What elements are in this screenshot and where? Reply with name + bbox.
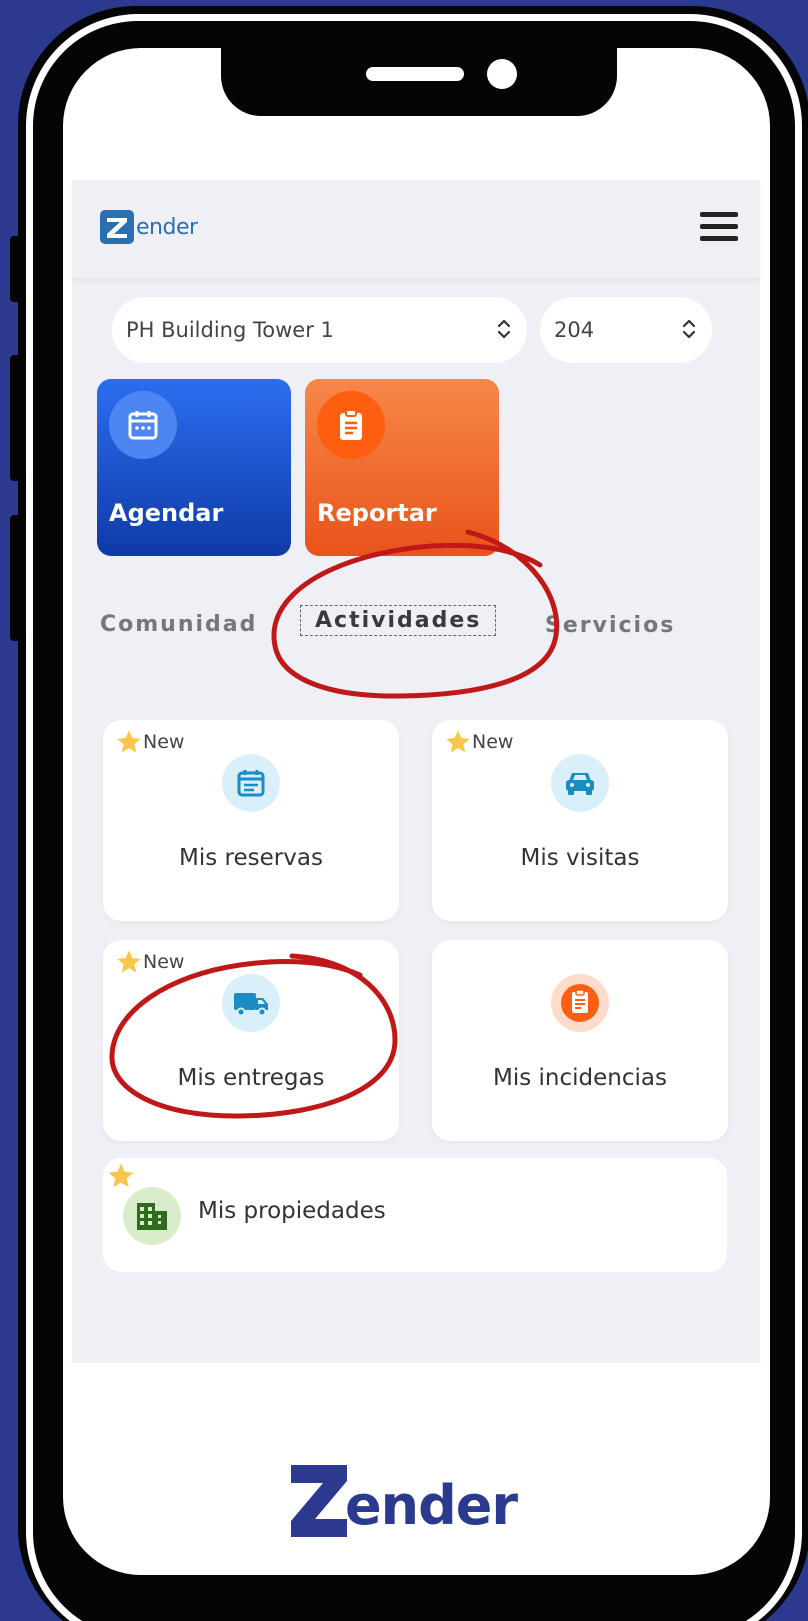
mis-visitas-label: Mis visitas bbox=[520, 845, 640, 871]
car-icon bbox=[551, 754, 609, 812]
mis-incidencias-card[interactable]: Mis incidencias bbox=[432, 940, 728, 1141]
phone-volume-down bbox=[10, 515, 26, 641]
footer-logo-text: ender bbox=[345, 1474, 518, 1537]
star-icon bbox=[446, 730, 470, 753]
mis-entregas-card[interactable]: New Mis entregas bbox=[103, 940, 399, 1141]
new-badge-label: New bbox=[472, 731, 514, 753]
mis-visitas-card[interactable]: New Mis visitas bbox=[432, 720, 728, 921]
new-badge: New bbox=[444, 728, 513, 756]
logo-text: ender bbox=[136, 214, 198, 240]
hamburger-icon[interactable] bbox=[700, 212, 738, 246]
app-header: ender bbox=[72, 180, 760, 278]
agendar-label: Agendar bbox=[109, 499, 224, 527]
tab-servicios[interactable]: Servicios bbox=[545, 613, 675, 638]
star-icon bbox=[117, 950, 141, 973]
calendar-icon bbox=[222, 754, 280, 812]
mis-reservas-card[interactable]: New Mis reservas bbox=[103, 720, 399, 921]
star-icon bbox=[117, 730, 141, 753]
building-select-value: PH Building Tower 1 bbox=[126, 318, 334, 342]
zender-logo[interactable]: ender bbox=[100, 210, 198, 244]
building-icon bbox=[123, 1187, 181, 1245]
new-badge-label: New bbox=[143, 951, 185, 973]
new-badge-label: New bbox=[143, 731, 185, 753]
mis-propiedades-card[interactable]: Mis propiedades bbox=[103, 1158, 727, 1272]
building-select[interactable]: PH Building Tower 1 bbox=[112, 297, 527, 363]
truck-icon bbox=[222, 974, 280, 1032]
new-badge: New bbox=[115, 728, 184, 756]
phone-camera bbox=[487, 59, 517, 89]
reportar-button[interactable]: Reportar bbox=[305, 379, 499, 556]
zender-footer-logo: ender bbox=[287, 1463, 518, 1539]
clipboard-icon bbox=[317, 391, 385, 459]
zender-logo-mark-large bbox=[291, 1465, 347, 1537]
zender-logo-mark bbox=[100, 210, 134, 244]
reportar-label: Reportar bbox=[317, 499, 437, 527]
mis-entregas-label: Mis entregas bbox=[177, 1065, 325, 1091]
tab-actividades[interactable]: Actividades bbox=[300, 605, 497, 636]
star-icon bbox=[108, 1163, 134, 1188]
chevron-updown-icon bbox=[682, 319, 696, 339]
unit-select[interactable]: 204 bbox=[540, 297, 712, 363]
chevron-updown-icon bbox=[497, 319, 511, 339]
agendar-button[interactable]: Agendar bbox=[97, 379, 291, 556]
mis-propiedades-label: Mis propiedades bbox=[198, 1198, 386, 1224]
new-badge: New bbox=[115, 948, 184, 976]
clipboard-icon bbox=[551, 974, 609, 1032]
unit-select-value: 204 bbox=[554, 318, 595, 342]
mis-incidencias-label: Mis incidencias bbox=[493, 1065, 667, 1091]
phone-volume-up bbox=[10, 355, 26, 481]
phone-speaker bbox=[366, 67, 464, 81]
mis-reservas-label: Mis reservas bbox=[179, 845, 323, 871]
tab-comunidad[interactable]: Comunidad bbox=[100, 612, 257, 637]
calendar-icon bbox=[109, 391, 177, 459]
phone-side-button bbox=[10, 236, 26, 302]
